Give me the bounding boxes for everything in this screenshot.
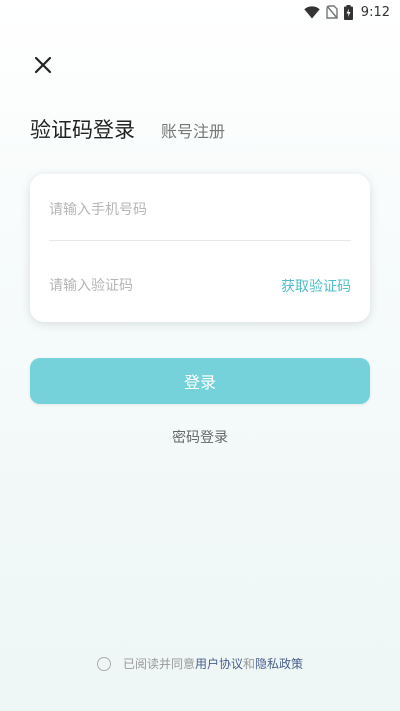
password-login-link[interactable]: 密码登录: [0, 427, 400, 447]
login-form-card: 获取验证码: [30, 174, 370, 322]
agreement-checkbox[interactable]: [96, 656, 111, 671]
agreement-prefix: 已阅读并同意: [122, 657, 195, 671]
close-button[interactable]: [30, 52, 56, 78]
agreement-row: 已阅读并同意 用户协议 和 隐私政策: [0, 655, 400, 672]
user-agreement-link[interactable]: 用户协议: [195, 655, 243, 672]
phone-input[interactable]: [49, 202, 249, 218]
code-row: 获取验证码: [49, 256, 351, 316]
agreement-and: 和: [243, 657, 256, 671]
login-button[interactable]: 登录: [30, 358, 370, 404]
wifi-icon: [304, 5, 320, 19]
no-sim-icon: [326, 5, 338, 19]
login-tabs: 验证码登录 账号注册: [30, 114, 225, 144]
get-code-button[interactable]: 获取验证码: [281, 276, 351, 296]
close-icon: [34, 56, 52, 74]
privacy-policy-link[interactable]: 隐私政策: [255, 655, 303, 672]
verification-code-input[interactable]: [49, 278, 249, 294]
phone-row: [49, 180, 351, 241]
status-time: 9:12: [360, 4, 390, 20]
tab-code-login[interactable]: 验证码登录: [30, 114, 135, 144]
status-bar: 9:12: [0, 0, 400, 24]
tab-register[interactable]: 账号注册: [161, 118, 225, 142]
battery-charging-icon: [343, 4, 353, 20]
